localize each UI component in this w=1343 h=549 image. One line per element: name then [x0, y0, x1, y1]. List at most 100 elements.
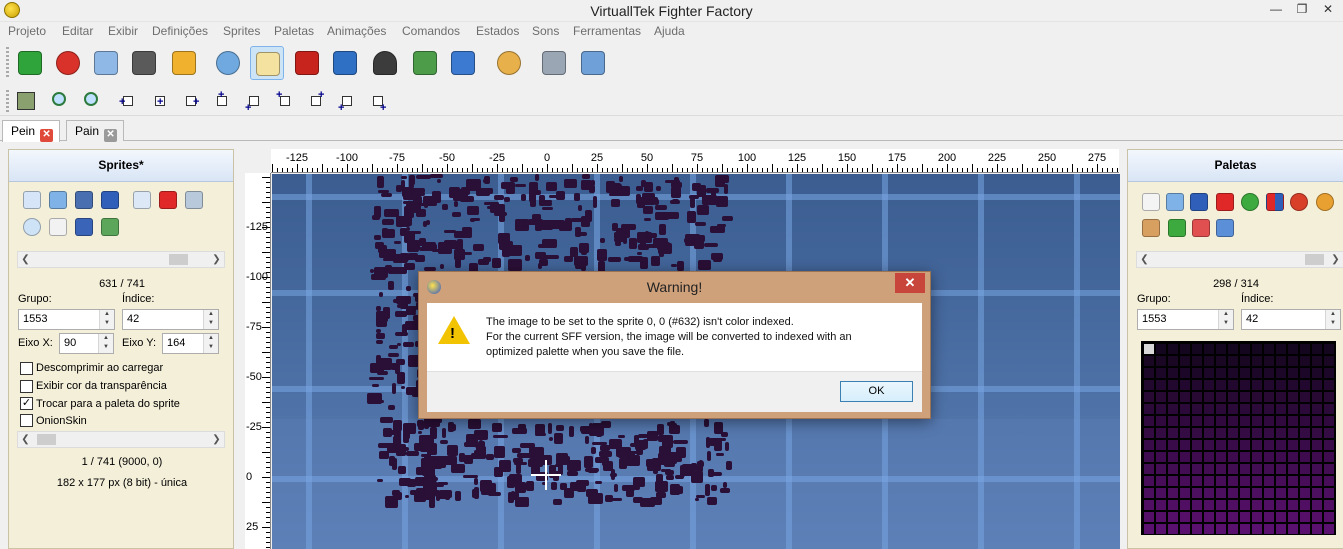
- crop-icon[interactable]: [49, 218, 67, 236]
- palette-color-cell[interactable]: [1144, 368, 1154, 378]
- palette-color-cell[interactable]: [1300, 440, 1310, 450]
- image-icon[interactable]: [75, 218, 93, 236]
- menu-ferramentas[interactable]: Ferramentas: [573, 24, 641, 38]
- palette-color-cell[interactable]: [1300, 428, 1310, 438]
- palette-color-cell[interactable]: [1288, 452, 1298, 462]
- palette-color-cell[interactable]: [1324, 512, 1334, 522]
- palette-color-cell[interactable]: [1168, 452, 1178, 462]
- palette-color-cell[interactable]: [1288, 416, 1298, 426]
- palette-color-cell[interactable]: [1180, 452, 1190, 462]
- palette-color-cell[interactable]: [1300, 380, 1310, 390]
- palette-color-cell[interactable]: [1216, 380, 1226, 390]
- palette-color-cell[interactable]: [1288, 344, 1298, 354]
- palette-color-cell[interactable]: [1252, 392, 1262, 402]
- palette-color-cell[interactable]: [1204, 380, 1214, 390]
- palette-color-cell[interactable]: [1168, 344, 1178, 354]
- sff-icon[interactable]: [101, 191, 119, 209]
- palette-color-cell[interactable]: [1204, 512, 1214, 522]
- palette-color-cell[interactable]: [1264, 512, 1274, 522]
- palette-color-cell[interactable]: [1204, 440, 1214, 450]
- palette-color-cell[interactable]: [1192, 524, 1202, 534]
- palette-color-cell[interactable]: [1240, 512, 1250, 522]
- palette-color-cell[interactable]: [1228, 500, 1238, 510]
- palette-color-cell[interactable]: [1228, 524, 1238, 534]
- window-button[interactable]: [328, 46, 362, 80]
- palette-color-cell[interactable]: [1240, 440, 1250, 450]
- palette-color-cell[interactable]: [1300, 512, 1310, 522]
- menu-sprites[interactable]: Sprites: [223, 24, 260, 38]
- palette-color-cell[interactable]: [1288, 368, 1298, 378]
- palette-group-stepper[interactable]: ▲ ▼: [1218, 310, 1233, 329]
- palette-color-cell[interactable]: [1300, 404, 1310, 414]
- switch-palette-checkbox[interactable]: ✓: [20, 397, 33, 410]
- palette-color-cell[interactable]: [1156, 380, 1166, 390]
- palette-color-cell[interactable]: [1300, 368, 1310, 378]
- palette-color-cell[interactable]: [1156, 368, 1166, 378]
- palette-color-cell[interactable]: [1204, 488, 1214, 498]
- palette-color-cell[interactable]: [1192, 428, 1202, 438]
- palette-color-cell[interactable]: [1180, 356, 1190, 366]
- sprite-window-icon[interactable]: [133, 191, 151, 209]
- dialog-title-bar[interactable]: Warning! ✕: [419, 272, 930, 300]
- axis-top-right-button[interactable]: +: [305, 90, 329, 112]
- axis-y-stepper[interactable]: ▲ ▼: [203, 334, 218, 353]
- palette-color-cell[interactable]: [1276, 500, 1286, 510]
- palette-color-cell[interactable]: [1156, 524, 1166, 534]
- sound-button[interactable]: [408, 46, 442, 80]
- palette-color-cell[interactable]: [1144, 488, 1154, 498]
- palette-color-cell[interactable]: [1300, 464, 1310, 474]
- axis-right-button[interactable]: +: [180, 90, 204, 112]
- palette-color-cell[interactable]: [1264, 464, 1274, 474]
- palette-color-cell[interactable]: [1300, 476, 1310, 486]
- palette-color-cell[interactable]: [1324, 500, 1334, 510]
- palette-color-cell[interactable]: [1204, 524, 1214, 534]
- palette-color-cell[interactable]: [1288, 404, 1298, 414]
- scroll-left-icon[interactable]: ❮: [1137, 252, 1152, 267]
- close-tab-icon[interactable]: ✕: [104, 129, 118, 142]
- palette-color-cell[interactable]: [1192, 452, 1202, 462]
- palette-color-cell[interactable]: [1288, 500, 1298, 510]
- palette-color-cell[interactable]: [1204, 464, 1214, 474]
- palette-color-cell[interactable]: [1168, 476, 1178, 486]
- palette-color-cell[interactable]: [1192, 392, 1202, 402]
- menu-comandos[interactable]: Comandos: [402, 24, 460, 38]
- palette-color-cell[interactable]: [1252, 416, 1262, 426]
- close-project-button[interactable]: [51, 46, 85, 80]
- save-palette-icon[interactable]: [1190, 193, 1208, 211]
- palette-color-cell[interactable]: [1240, 464, 1250, 474]
- palette-color-cell[interactable]: [1228, 404, 1238, 414]
- palette-color-cell[interactable]: [1288, 488, 1298, 498]
- palette-color-cell[interactable]: [1228, 512, 1238, 522]
- palette-color-cell[interactable]: [1168, 440, 1178, 450]
- palette-color-cell[interactable]: [1192, 356, 1202, 366]
- new-palette-icon[interactable]: [1142, 193, 1160, 211]
- palette-color-cell[interactable]: [1324, 416, 1334, 426]
- palette-color-cell[interactable]: [1264, 416, 1274, 426]
- palette-color-cell[interactable]: [1264, 476, 1274, 486]
- palette-color-cell[interactable]: [1324, 476, 1334, 486]
- palette-color-cell[interactable]: [1216, 464, 1226, 474]
- palette-color-cell[interactable]: [1312, 500, 1322, 510]
- palette-color-cell[interactable]: [1252, 500, 1262, 510]
- palette-color-cell[interactable]: [1312, 416, 1322, 426]
- palette-color-cell[interactable]: [1216, 392, 1226, 402]
- palette-color-cell[interactable]: [1324, 368, 1334, 378]
- palette-index-stepper[interactable]: ▲ ▼: [1325, 310, 1340, 329]
- palette-color-cell[interactable]: [1300, 416, 1310, 426]
- import-pcx-icon[interactable]: [23, 191, 41, 209]
- palette-color-cell[interactable]: [1192, 488, 1202, 498]
- menu-exibir[interactable]: Exibir: [108, 24, 138, 38]
- palette-color-cell[interactable]: [1144, 392, 1154, 402]
- palette-color-cell[interactable]: [1216, 488, 1226, 498]
- palette-color-cell[interactable]: [1228, 440, 1238, 450]
- palettes-scrollbar[interactable]: ❮ ❯: [1136, 251, 1343, 268]
- palette-color-cell[interactable]: [1228, 476, 1238, 486]
- palette-color-cell[interactable]: [1252, 368, 1262, 378]
- palette-color-cell[interactable]: [1180, 524, 1190, 534]
- palette-color-cell[interactable]: [1204, 416, 1214, 426]
- palette-color-cell[interactable]: [1324, 344, 1334, 354]
- palette-color-cell[interactable]: [1300, 356, 1310, 366]
- lock-button[interactable]: [167, 46, 201, 80]
- palette-color-cell[interactable]: [1180, 476, 1190, 486]
- palette-color-cell[interactable]: [1240, 404, 1250, 414]
